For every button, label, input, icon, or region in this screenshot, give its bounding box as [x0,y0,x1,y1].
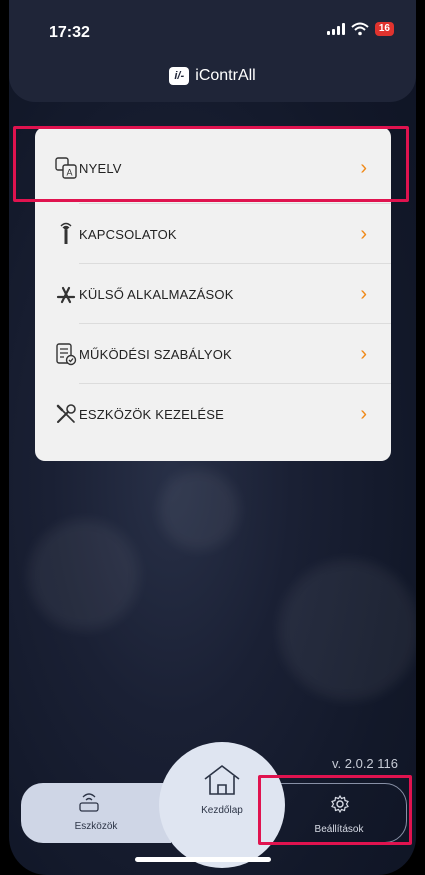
tab-eszkozok[interactable]: Eszközök [21,783,171,843]
antenna-icon [53,221,79,247]
app-screen: 17:32 16 i/- iContrAll A NYELV › KAPCSOL… [9,0,416,875]
background-bokeh [159,470,239,550]
menu-item-mukodesi-szabalyok[interactable]: MŰKÖDÉSI SZABÁLYOK › [35,325,391,383]
divider [79,263,391,264]
menu-item-eszkozok-kezelese[interactable]: ESZKÖZÖK KEZELÉSE › [35,385,391,443]
home-indicator[interactable] [135,857,271,862]
wifi-icon [351,22,369,36]
menu-item-kapcsolatok[interactable]: KAPCSOLATOK › [35,205,391,263]
chevron-right-icon: › [360,282,367,305]
rules-icon [53,341,79,367]
menu-item-label: KAPCSOLATOK [79,226,177,242]
tab-label: Eszközök [74,821,118,832]
status-icons: 16 [326,22,394,36]
tab-label: Kezdőlap [201,805,243,816]
tab-kezdolap[interactable]: Kezdőlap [159,742,285,868]
gear-icon [331,794,349,814]
menu-item-label: NYELV [79,160,122,176]
cellular-signal-icon [326,23,345,35]
app-store-icon [53,281,79,307]
divider [79,203,391,204]
chevron-right-icon: › [360,222,367,245]
menu-item-label: MŰKÖDÉSI SZABÁLYOK [79,346,232,362]
devices-icon [79,793,99,812]
app-logo: i/- [169,67,190,85]
divider [79,323,391,324]
background-bokeh [279,560,416,700]
svg-text:A: A [66,168,72,178]
background-bokeh [29,520,139,630]
phone-frame: 17:32 16 i/- iContrAll A NYELV › KAPCSOL… [0,0,425,875]
menu-item-label: KÜLSŐ ALKALMAZÁSOK [79,286,234,302]
app-brand: i/- iContrAll [9,67,416,85]
tab-beallitasok[interactable]: Beállítások [271,783,407,843]
chevron-right-icon: › [360,342,367,365]
divider [79,383,391,384]
menu-item-kulso-alkalmazasok[interactable]: KÜLSŐ ALKALMAZÁSOK › [35,265,391,323]
language-icon: A [53,155,79,181]
menu-item-label: ESZKÖZÖK KEZELÉSE [79,406,224,422]
app-header: 17:32 16 i/- iContrAll [9,0,416,102]
chevron-right-icon: › [360,156,367,179]
tools-icon [53,401,79,427]
battery-indicator: 16 [374,22,394,36]
app-title: iContrAll [195,67,256,84]
chevron-right-icon: › [360,402,367,425]
app-version: v. 2.0.2 116 [331,756,398,771]
tab-label: Beállítások [314,824,364,835]
home-icon [204,765,240,795]
menu-item-nyelv[interactable]: A NYELV › [35,139,391,197]
settings-menu: A NYELV › KAPCSOLATOK › KÜLSŐ ALKALMAZÁS… [35,127,391,461]
status-time: 17:32 [49,24,90,41]
